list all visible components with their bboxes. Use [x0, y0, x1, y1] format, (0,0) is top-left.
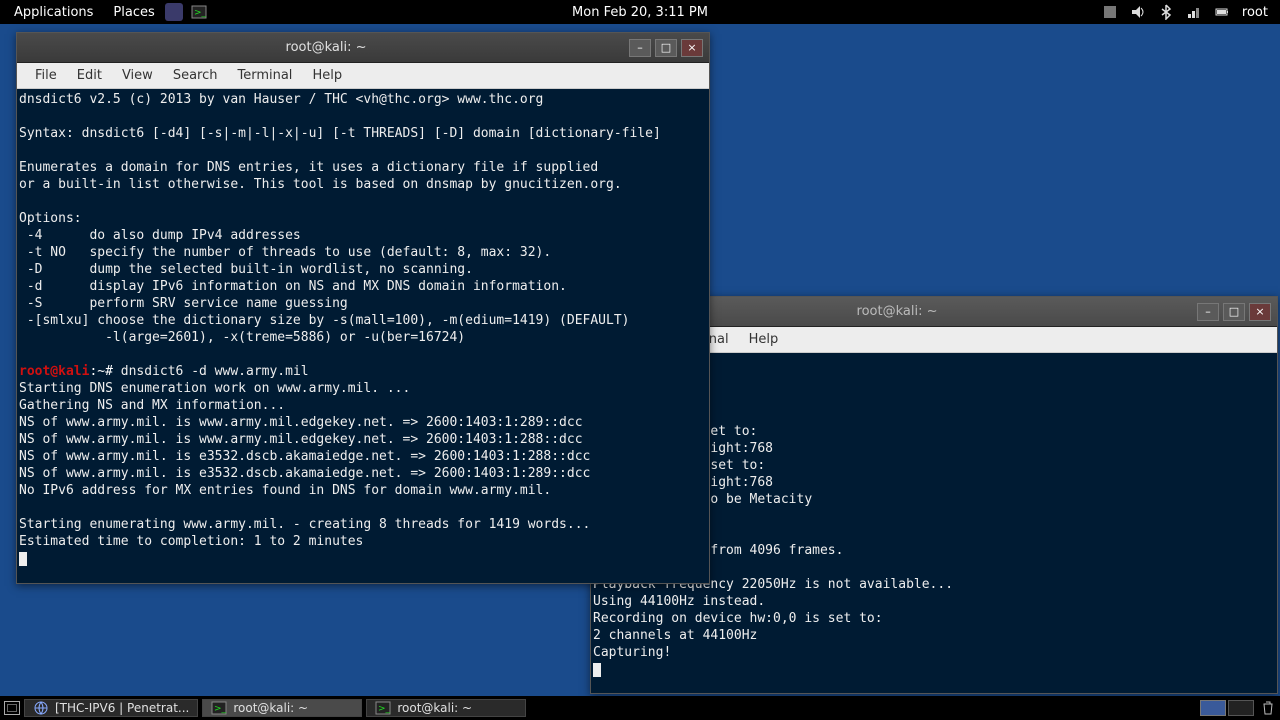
prompt-user: root@kali [19, 364, 89, 379]
terminal-line: -l(arge=2601), -x(treme=5886) or -u(ber=… [19, 330, 465, 345]
window1-close-button[interactable]: × [681, 39, 703, 57]
window1-menu-edit[interactable]: Edit [67, 68, 112, 83]
window2-menu-help[interactable]: Help [739, 332, 789, 347]
terminal-line: Capturing! [593, 645, 671, 660]
terminal-line: 2 channels at 44100Hz [593, 628, 757, 643]
taskbar-item-terminal-2[interactable]: >_ root@kali: ~ [366, 699, 526, 717]
window2-cursor [593, 663, 601, 677]
terminal-line: Using 44100Hz instead. [593, 594, 765, 609]
svg-text:>_: >_ [214, 704, 227, 714]
window1-menu-terminal[interactable]: Terminal [227, 68, 302, 83]
window1-minimize-button[interactable]: – [629, 39, 651, 57]
terminal-line: Estimated time to completion: 1 to 2 min… [19, 534, 363, 549]
panel-user[interactable]: root [1242, 5, 1268, 20]
show-desktop-icon[interactable] [4, 701, 20, 715]
taskbar-label: [THC-IPV6 | Penetrat... [55, 701, 189, 715]
taskbar-label: root@kali: ~ [397, 701, 472, 715]
terminal-line: Starting enumerating www.army.mil. - cre… [19, 517, 590, 532]
terminal-window-1[interactable]: root@kali: ~ – □ × File Edit View Search… [16, 32, 710, 584]
window1-menu-search[interactable]: Search [163, 68, 228, 83]
terminal-line: No IPv6 address for MX entries found in … [19, 483, 551, 498]
window1-maximize-button[interactable]: □ [655, 39, 677, 57]
terminal-line: NS of www.army.mil. is e3532.dscb.akamai… [19, 449, 590, 464]
terminal-line: -[smlxu] choose the dictionary size by -… [19, 313, 629, 328]
terminal-line: -D dump the selected built-in wordlist, … [19, 262, 473, 277]
terminal-line: or a built-in list otherwise. This tool … [19, 177, 622, 192]
window2-close-button[interactable]: × [1249, 303, 1271, 321]
svg-text:>_: >_ [378, 704, 391, 714]
taskbar-label: root@kali: ~ [233, 701, 308, 715]
terminal-line: Recording on device hw:0,0 is set to: [593, 611, 883, 626]
window2-minimize-button[interactable]: – [1197, 303, 1219, 321]
taskbar-item-browser[interactable]: [THC-IPV6 | Penetrat... [24, 699, 198, 717]
terminal-line: NS of www.army.mil. is www.army.mil.edge… [19, 432, 583, 447]
terminal-line: -S perform SRV service name guessing [19, 296, 348, 311]
network-icon[interactable] [1186, 4, 1202, 20]
window1-menu-help[interactable]: Help [302, 68, 352, 83]
terminal-line: Syntax: dnsdict6 [-d4] [-s|-m|-l|-x|-u] … [19, 126, 661, 141]
menu-places[interactable]: Places [103, 5, 164, 20]
svg-text:>_: >_ [194, 8, 207, 18]
terminal-icon: >_ [375, 700, 391, 716]
terminal-launcher-icon[interactable]: >_ [191, 4, 207, 20]
terminal-line: Enumerates a domain for DNS entries, it … [19, 160, 598, 175]
menu-applications[interactable]: Applications [4, 5, 103, 20]
bluetooth-icon[interactable] [1158, 4, 1174, 20]
taskbar-item-terminal-1[interactable]: >_ root@kali: ~ [202, 699, 362, 717]
trash-icon[interactable] [1260, 700, 1276, 716]
window1-menu-view[interactable]: View [112, 68, 163, 83]
terminal-line: Gathering NS and MX information... [19, 398, 285, 413]
window1-cursor [19, 552, 27, 566]
volume-icon[interactable] [1130, 4, 1146, 20]
terminal-line: Options: [19, 211, 82, 226]
top-panel: Applications Places >_ Mon Feb 20, 3:11 … [0, 0, 1280, 24]
terminal-line: dnsdict6 v2.5 (c) 2013 by van Hauser / T… [19, 92, 543, 107]
terminal-line: -d display IPv6 information on NS and MX… [19, 279, 567, 294]
terminal-line: Starting DNS enumeration work on www.arm… [19, 381, 410, 396]
battery-icon[interactable] [1214, 4, 1230, 20]
prompt-rest: :~# [89, 364, 120, 379]
window1-title: root@kali: ~ [23, 40, 629, 55]
terminal-line: -4 do also dump IPv4 addresses [19, 228, 301, 243]
terminal-icon: >_ [211, 700, 227, 716]
window2-maximize-button[interactable]: □ [1223, 303, 1245, 321]
window1-terminal-body[interactable]: dnsdict6 v2.5 (c) 2013 by van Hauser / T… [17, 89, 709, 583]
window1-titlebar[interactable]: root@kali: ~ – □ × [17, 33, 709, 63]
terminal-line: NS of www.army.mil. is e3532.dscb.akamai… [19, 466, 590, 481]
window1-menubar: File Edit View Search Terminal Help [17, 63, 709, 89]
terminal-line: NS of www.army.mil. is www.army.mil.edge… [19, 415, 583, 430]
terminal-line: -t NO specify the number of threads to u… [19, 245, 551, 260]
record-icon[interactable] [1102, 4, 1118, 20]
globe-icon [33, 700, 49, 716]
panel-clock[interactable]: Mon Feb 20, 3:11 PM [572, 5, 708, 20]
gnome-icon[interactable] [165, 3, 183, 21]
workspace-switcher[interactable] [1200, 700, 1254, 716]
window1-menu-file[interactable]: File [25, 68, 67, 83]
command-text: dnsdict6 -d www.army.mil [121, 364, 309, 379]
bottom-panel: [THC-IPV6 | Penetrat... >_ root@kali: ~ … [0, 696, 1280, 720]
